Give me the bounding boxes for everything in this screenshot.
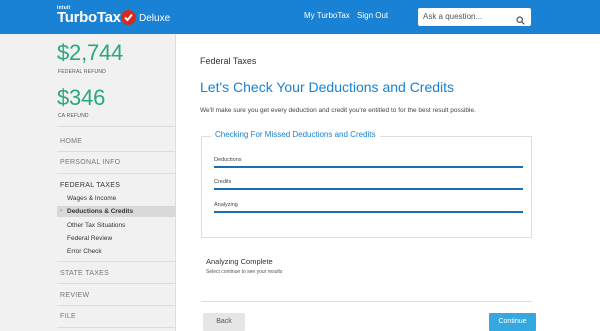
checking-box-title: Checking For Missed Deductions and Credi…: [211, 130, 380, 139]
continue-button[interactable]: Continue: [489, 313, 536, 331]
divider: [57, 151, 176, 152]
top-header: intuit TurboTax Deluxe My TurboTax Sign …: [0, 0, 600, 34]
divider: [57, 126, 176, 127]
analyzing-complete-subtitle: Select continue to see your results: [206, 269, 283, 275]
sidebar-item-state-taxes[interactable]: STATE TAXES: [60, 270, 109, 277]
chevron-right-icon: ›: [60, 208, 62, 214]
progress-label-credits: Credits: [214, 179, 232, 185]
page-subtitle: We'll make sure you get every deduction …: [200, 107, 476, 114]
sidebar-item-federal-taxes[interactable]: FEDERAL TAXES: [60, 182, 120, 189]
edition-label: Deluxe: [139, 13, 171, 24]
turbotax-wordmark: TurboTax: [57, 9, 121, 26]
progress-fill: [214, 188, 523, 190]
federal-refund-label: FEDERAL REFUND: [58, 69, 106, 75]
sidebar: $2,744 FEDERAL REFUND $346 CA REFUND HOM…: [0, 34, 176, 331]
search-placeholder: Ask a question...: [423, 12, 483, 21]
sign-out-link[interactable]: Sign Out: [357, 11, 388, 20]
sidebar-item-personal-info[interactable]: PERSONAL INFO: [60, 159, 120, 166]
federal-refund-amount[interactable]: $2,744: [57, 40, 123, 66]
checkmark-icon: [121, 10, 136, 25]
page-title: Let's Check Your Deductions and Credits: [200, 79, 455, 95]
sidebar-sub-other-tax-situations[interactable]: Other Tax Situations: [67, 222, 125, 229]
divider: [57, 173, 176, 174]
sidebar-sub-deductions-credits[interactable]: Deductions & Credits: [67, 208, 133, 215]
breadcrumb: Federal Taxes: [200, 56, 257, 66]
sidebar-item-review[interactable]: REVIEW: [60, 292, 89, 299]
sidebar-sub-wages-income[interactable]: Wages & Income: [67, 195, 116, 202]
search-input[interactable]: Ask a question...: [418, 8, 531, 26]
progress-fill: [214, 211, 523, 213]
progress-bar-credits: [214, 188, 523, 190]
divider: [57, 305, 176, 306]
my-turbotax-link[interactable]: My TurboTax: [304, 11, 350, 20]
divider: [57, 283, 176, 284]
analyzing-complete-title: Analyzing Complete: [206, 257, 273, 266]
ca-refund-amount[interactable]: $346: [57, 85, 105, 111]
sidebar-sub-federal-review[interactable]: Federal Review: [67, 235, 112, 242]
back-button[interactable]: Back: [203, 313, 245, 331]
divider: [57, 261, 176, 262]
progress-bar-analyzing: [214, 211, 523, 213]
progress-fill: [214, 166, 523, 168]
sidebar-sub-error-check[interactable]: Error Check: [67, 248, 102, 255]
sidebar-item-file[interactable]: FILE: [60, 313, 76, 320]
progress-label-deductions: Deductions: [214, 157, 242, 163]
progress-label-analyzing: Analyzing: [214, 202, 238, 208]
main-content: Federal Taxes Let's Check Your Deduction…: [176, 34, 600, 331]
divider: [201, 301, 532, 302]
ca-refund-label: CA REFUND: [58, 113, 89, 119]
search-icon[interactable]: [516, 12, 525, 30]
progress-bar-deductions: [214, 166, 523, 168]
checking-box: [201, 136, 532, 238]
divider: [57, 327, 176, 328]
sidebar-item-home[interactable]: HOME: [60, 138, 82, 145]
